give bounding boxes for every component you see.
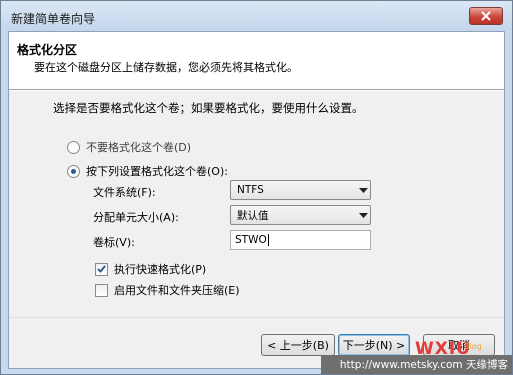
volume-label-label: 卷标(V): [93,236,135,249]
compression-checkbox[interactable] [95,283,108,297]
wizard-header: 格式化分区 要在这个磁盘分区上储存数据，您必须先将其格式化。 [9,32,504,89]
radio-no-format-label: 不要格式化这个卷(D) [86,141,192,154]
radio-button-selected[interactable] [67,164,80,178]
allocation-value: 默认值 [237,209,269,222]
watermark-banner: http://www.metsky.com 天缘博客 [321,355,512,374]
quick-format-option[interactable]: 执行快速格式化(P) [95,261,206,277]
wizard-content: 格式化分区 要在这个磁盘分区上储存数据，您必须先将其格式化。 选择是否要格式化这… [8,31,505,369]
chevron-down-icon [356,212,370,218]
volume-label-input[interactable]: STWO [230,230,371,250]
filesystem-select[interactable]: NTFS [230,180,371,200]
page-subtitle: 要在这个磁盘分区上储存数据，您必须先将其格式化。 [34,61,298,74]
volume-label-value: STWO [235,234,267,246]
compression-label: 启用文件和文件夹压缩(E) [114,284,240,297]
next-button[interactable]: 下一步(N) > [338,334,410,356]
wizard-body: 选择是否要格式化这个卷；如果要格式化，要使用什么设置。 不要格式化这个卷(D) … [9,91,504,317]
quick-format-label: 执行快速格式化(P) [114,263,207,276]
allocation-label: 分配单元大小(A): [93,211,179,224]
radio-no-format[interactable]: 不要格式化这个卷(D) [67,139,191,155]
compression-option[interactable]: 启用文件和文件夹压缩(E) [95,282,240,298]
title-bar[interactable]: 新建简单卷向导 [1,1,512,31]
wizard-window: 新建简单卷向导 格式化分区 要在这个磁盘分区上储存数据，您必须先将其格式化。 选… [0,0,513,375]
radio-button[interactable] [67,140,80,154]
page-title: 格式化分区 [17,43,78,57]
close-button[interactable] [469,7,503,25]
close-icon [481,11,491,21]
text-cursor [267,234,269,246]
checkmark-icon [97,265,106,273]
filesystem-label: 文件系统(F): [93,186,156,199]
watermark-tag: Blog [464,342,482,351]
instruction-text: 选择是否要格式化这个卷；如果要格式化，要使用什么设置。 [53,101,364,115]
allocation-select[interactable]: 默认值 [230,205,371,225]
filesystem-value: NTFS [237,184,264,196]
chevron-down-icon [356,187,370,193]
watermark-text: http://www.metsky.com 天缘博客 [339,359,508,371]
back-button[interactable]: < 上一步(B) [261,334,335,356]
quick-format-checkbox[interactable] [95,262,108,276]
radio-format-label: 按下列设置格式化这个卷(O): [86,165,228,178]
window-title: 新建简单卷向导 [11,12,96,26]
radio-format[interactable]: 按下列设置格式化这个卷(O): [67,163,228,179]
